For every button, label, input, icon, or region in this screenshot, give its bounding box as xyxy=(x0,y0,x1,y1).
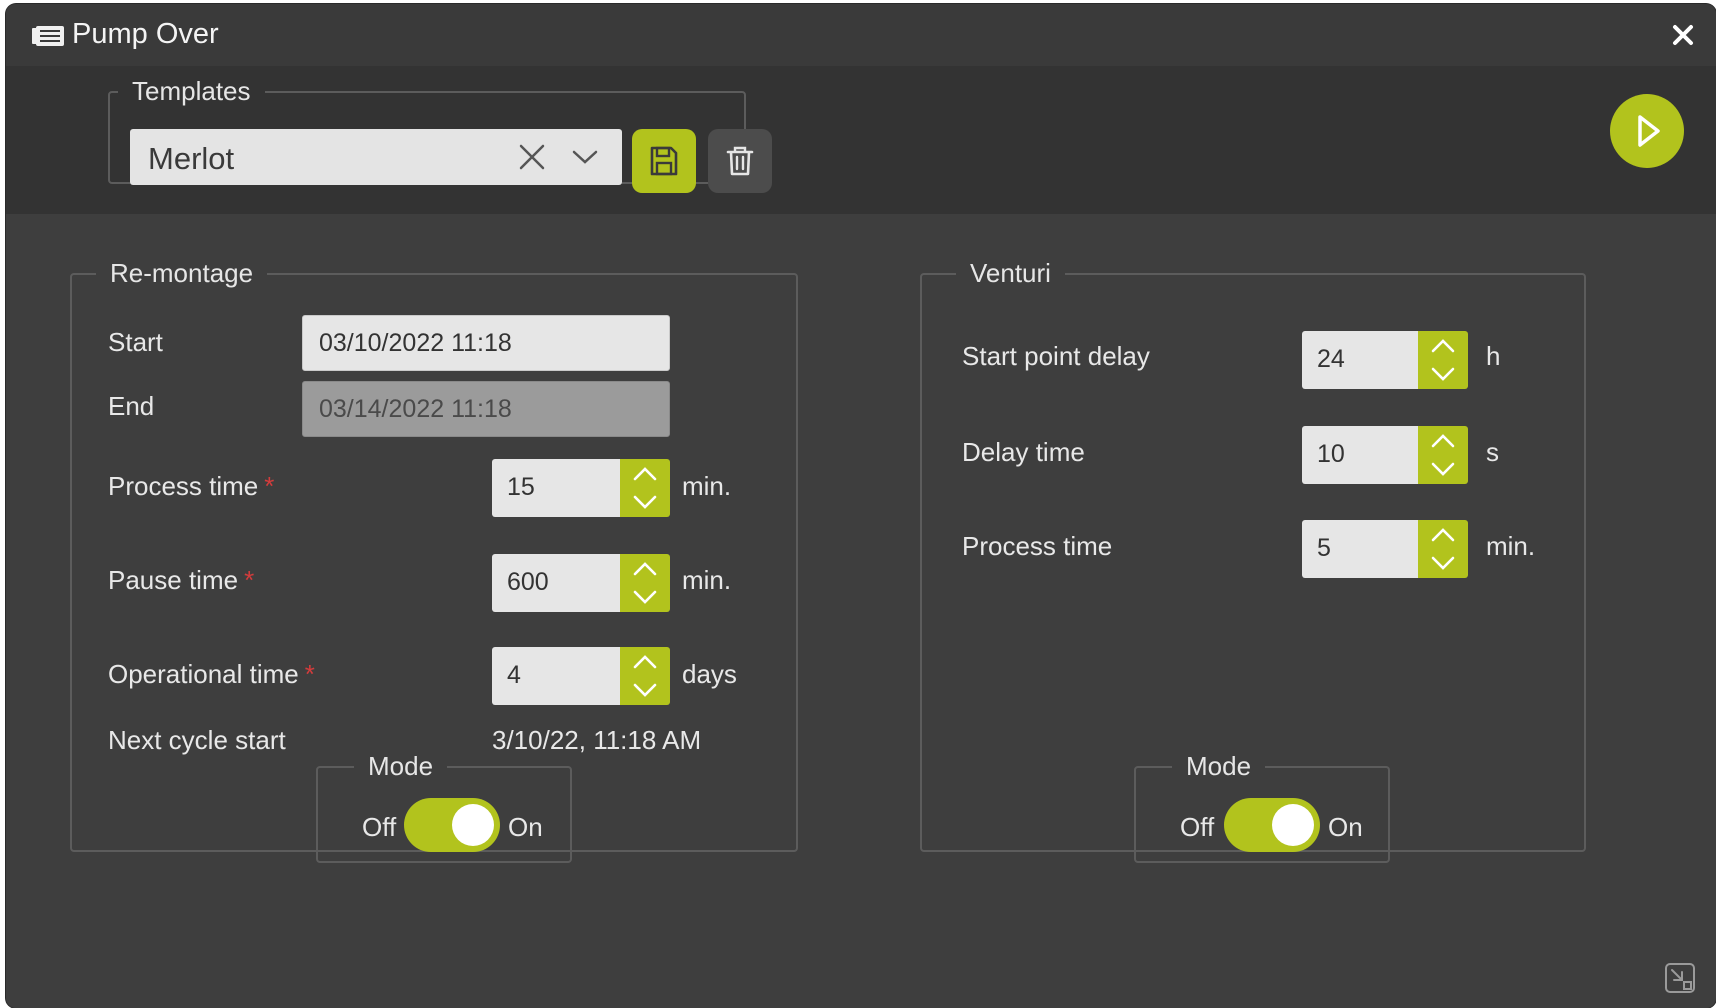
toolbar: Templates Merlot xyxy=(6,66,1716,214)
mode-off-label: Off xyxy=(1180,812,1215,842)
chevron-up-icon[interactable] xyxy=(633,655,657,669)
chevron-down-icon[interactable] xyxy=(633,683,657,697)
toggle-knob xyxy=(452,804,494,846)
operational-time-unit: days xyxy=(682,659,737,689)
chevron-up-icon[interactable] xyxy=(1431,434,1455,448)
start-datetime-value: 03/10/2022 11:18 xyxy=(319,329,512,357)
template-select[interactable]: Merlot xyxy=(130,129,622,185)
operational-time-stepper[interactable]: 4 xyxy=(492,647,670,705)
delay-time-unit: s xyxy=(1486,437,1499,467)
operational-time-label: Operational time * xyxy=(108,659,315,689)
venturi-process-time-stepper[interactable]: 5 xyxy=(1302,520,1468,578)
start-point-delay-stepper[interactable]: 24 xyxy=(1302,331,1468,389)
save-template-button[interactable] xyxy=(632,129,696,193)
chevron-up-icon[interactable] xyxy=(1431,339,1455,353)
pause-time-stepper[interactable]: 600 xyxy=(492,554,670,612)
floppy-disk-icon xyxy=(650,146,678,176)
operational-time-input[interactable]: 4 xyxy=(492,647,620,705)
close-icon[interactable] xyxy=(1666,18,1700,52)
folder-stack-icon xyxy=(32,26,64,46)
start-point-delay-label: Start point delay xyxy=(962,341,1150,371)
process-time-input[interactable]: 15 xyxy=(492,459,620,517)
end-datetime-input: 03/14/2022 11:18 xyxy=(302,381,670,437)
start-point-delay-input[interactable]: 24 xyxy=(1302,331,1418,389)
template-selected-value: Merlot xyxy=(148,141,235,176)
start-point-delay-unit: h xyxy=(1486,341,1501,371)
mode-off-label: Off xyxy=(362,812,397,842)
remontage-mode-group: Mode Off On xyxy=(316,751,572,863)
remontage-mode-toggle[interactable] xyxy=(404,798,500,852)
main-content: Re-montage Start 03/10/2022 11:18 End 03… xyxy=(6,214,1716,1008)
chevron-up-icon[interactable] xyxy=(1431,528,1455,542)
chevron-down-icon[interactable] xyxy=(1431,462,1455,476)
title-bar[interactable]: Pump Over xyxy=(6,4,1716,66)
start-label: Start xyxy=(108,327,163,357)
required-marker: * xyxy=(264,471,275,501)
remontage-legend: Re-montage xyxy=(110,258,254,288)
chevron-up-icon[interactable] xyxy=(633,467,657,481)
next-cycle-label: Next cycle start xyxy=(108,725,286,755)
chevron-down-icon[interactable] xyxy=(1431,556,1455,570)
venturi-group: Venturi Start point delay 24 h Delay tim… xyxy=(920,258,1586,863)
delay-time-stepper[interactable]: 10 xyxy=(1302,426,1468,484)
play-icon xyxy=(1638,115,1660,147)
start-datetime-input[interactable]: 03/10/2022 11:18 xyxy=(302,315,670,371)
venturi-mode-group: Mode Off On xyxy=(1134,751,1390,863)
required-marker: * xyxy=(244,565,255,595)
clear-x-icon[interactable] xyxy=(518,143,546,171)
resize-icon[interactable] xyxy=(1664,962,1696,994)
window-title: Pump Over xyxy=(72,18,219,50)
venturi-legend: Venturi xyxy=(970,258,1051,288)
templates-group: Templates Merlot xyxy=(108,76,772,193)
delete-template-button[interactable] xyxy=(708,129,772,193)
chevron-down-icon[interactable] xyxy=(1431,367,1455,381)
remontage-group: Re-montage Start 03/10/2022 11:18 End 03… xyxy=(70,258,798,863)
venturi-mode-legend: Mode xyxy=(1186,751,1252,781)
remontage-mode-legend: Mode xyxy=(368,751,434,781)
end-datetime-value: 03/14/2022 11:18 xyxy=(319,395,512,423)
chevron-down-icon[interactable] xyxy=(572,149,598,165)
required-marker: * xyxy=(304,659,315,689)
mode-on-label: On xyxy=(508,812,543,842)
venturi-process-time-input[interactable]: 5 xyxy=(1302,520,1418,578)
pump-over-dialog: Pump Over Templates Merlot Re-montage St… xyxy=(6,4,1716,1008)
process-time-unit: min. xyxy=(682,471,732,501)
pause-time-input[interactable]: 600 xyxy=(492,554,620,612)
templates-legend: Templates xyxy=(132,76,251,106)
chevron-down-icon[interactable] xyxy=(633,590,657,604)
delay-time-input[interactable]: 10 xyxy=(1302,426,1418,484)
trash-icon xyxy=(726,146,754,176)
end-label: End xyxy=(108,391,155,421)
mode-on-label: On xyxy=(1328,812,1363,842)
venturi-mode-toggle[interactable] xyxy=(1224,798,1320,852)
delay-time-label: Delay time xyxy=(962,437,1085,467)
start-process-button[interactable] xyxy=(1610,94,1684,168)
toggle-knob xyxy=(1272,804,1314,846)
venturi-process-time-label: Process time xyxy=(962,531,1113,561)
venturi-process-time-unit: min. xyxy=(1486,531,1536,561)
pause-time-unit: min. xyxy=(682,565,732,595)
chevron-down-icon[interactable] xyxy=(633,495,657,509)
chevron-up-icon[interactable] xyxy=(633,562,657,576)
pause-time-label: Pause time * xyxy=(108,565,255,595)
process-time-label: Process time * xyxy=(108,471,275,501)
process-time-stepper[interactable]: 15 xyxy=(492,459,670,517)
